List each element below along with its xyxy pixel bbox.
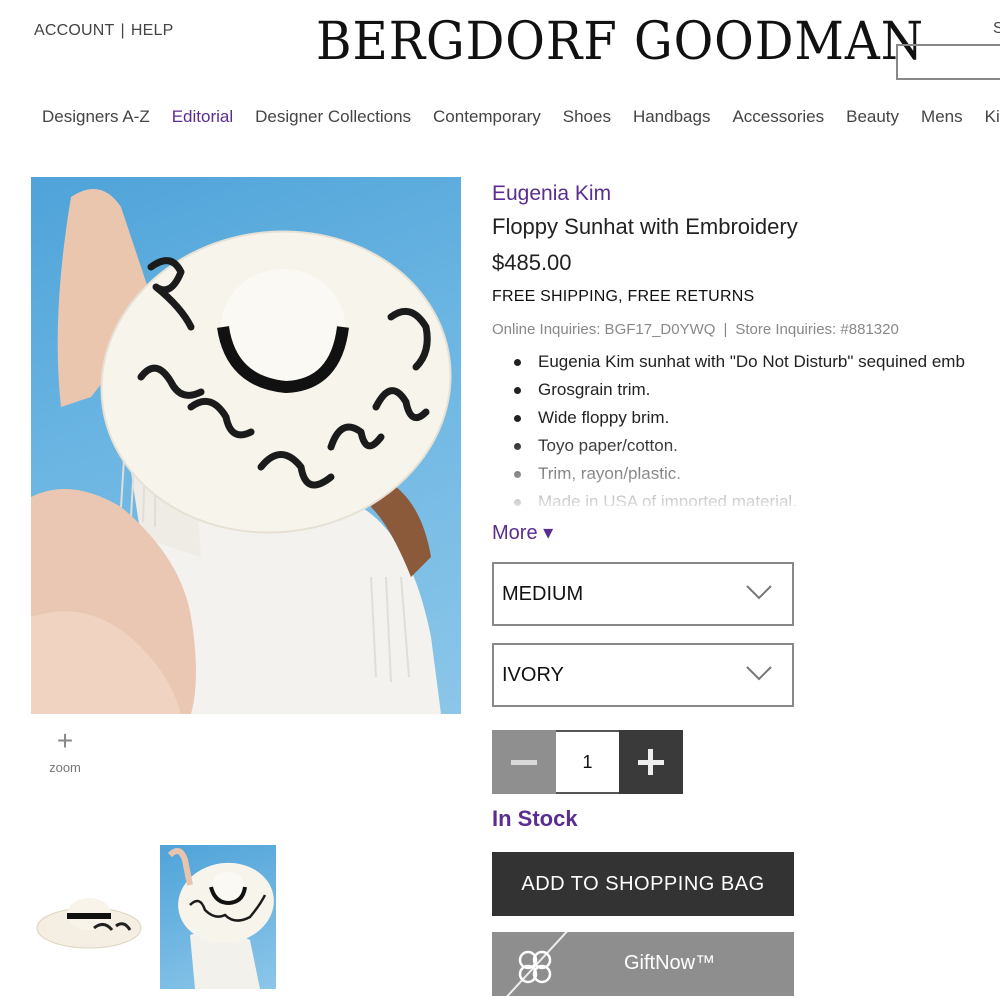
chevron-down-icon xyxy=(746,585,772,600)
more-details-link[interactable]: More ▾ xyxy=(492,520,553,545)
product-photo-illustration xyxy=(31,189,452,714)
list-item: Grosgrain trim. xyxy=(512,376,1000,404)
nav-item-accessories[interactable]: Accessories xyxy=(732,107,824,127)
search-input[interactable] xyxy=(896,44,1000,80)
utility-separator: | xyxy=(120,22,125,39)
plus-icon-vertical xyxy=(648,749,653,775)
chevron-down-icon xyxy=(746,666,772,681)
color-select-value: IVORY xyxy=(502,663,564,686)
nav-item-beauty[interactable]: Beauty xyxy=(846,107,899,127)
nav-item-handbags[interactable]: Handbags xyxy=(633,107,711,127)
giftnow-label: GiftNow™ xyxy=(624,952,716,974)
nav-item-editorial[interactable]: Editorial xyxy=(172,107,233,127)
gift-ribbon-icon xyxy=(506,932,568,996)
inquiry-codes: Online Inquiries: BGF17_D0YWQ | Store Inqu… xyxy=(492,321,1000,338)
list-item: Wide floppy brim. xyxy=(512,404,1000,432)
nav-item-kids[interactable]: Ki xyxy=(985,107,1000,127)
product-info: Eugenia Kim Floppy Sunhat with Embroider… xyxy=(492,182,1000,506)
list-item: Trim, rayon/plastic. xyxy=(512,460,1000,488)
list-item: Eugenia Kim sunhat with "Do Not Disturb"… xyxy=(512,348,1000,376)
thumbnail-model[interactable] xyxy=(160,845,276,989)
list-item: Made in USA of imported material. xyxy=(512,488,1000,506)
online-inquiries: Online Inquiries: BGF17_D0YWQ xyxy=(492,321,716,338)
nav-item-contemporary[interactable]: Contemporary xyxy=(433,107,541,127)
size-select-value: MEDIUM xyxy=(502,582,584,605)
quantity-stepper: 1 xyxy=(492,730,683,794)
nav-item-mens[interactable]: Mens xyxy=(921,107,963,127)
hat-thumbnail-illustration xyxy=(36,898,142,949)
model-thumbnail-illustration xyxy=(167,848,274,989)
zoom-control[interactable]: + zoom xyxy=(44,727,86,776)
size-select[interactable]: MEDIUM xyxy=(492,562,794,626)
product-name: Floppy Sunhat with Embroidery xyxy=(492,214,798,239)
site-logo[interactable]: BERGDORF GOODMAN xyxy=(316,12,924,72)
help-link[interactable]: HELP xyxy=(131,22,174,39)
nav-item-shoes[interactable]: Shoes xyxy=(563,107,611,127)
product-main-image[interactable] xyxy=(31,177,461,714)
quantity-input[interactable]: 1 xyxy=(556,730,619,794)
nav-item-designer-collections[interactable]: Designer Collections xyxy=(255,107,411,127)
thumbnail-hat-flat[interactable] xyxy=(34,880,144,960)
utility-links: ACCOUNT | HELP xyxy=(34,22,173,40)
quantity-decrease-button[interactable] xyxy=(492,730,556,794)
minus-icon xyxy=(511,759,537,765)
product-brand-link[interactable]: Eugenia Kim xyxy=(492,182,1000,206)
stock-status: In Stock xyxy=(492,806,578,831)
color-select[interactable]: IVORY xyxy=(492,643,794,707)
zoom-plus-icon[interactable]: + xyxy=(44,727,86,755)
inquiry-divider: | xyxy=(723,321,728,338)
store-inquiries: Store Inquiries: #881320 xyxy=(735,321,899,338)
add-to-bag-button[interactable]: ADD TO SHOPPING BAG xyxy=(492,852,794,916)
account-link[interactable]: ACCOUNT xyxy=(34,22,115,39)
shipping-message: FREE SHIPPING, FREE RETURNS xyxy=(492,288,755,305)
giftnow-button[interactable]: GiftNow™ xyxy=(492,932,794,996)
quantity-increase-button[interactable] xyxy=(619,730,683,794)
main-nav: Designers A-Z Editorial Designer Collect… xyxy=(42,107,1000,127)
nav-item-designers-a-z[interactable]: Designers A-Z xyxy=(42,107,150,127)
product-description-list: Eugenia Kim sunhat with "Do Not Disturb"… xyxy=(512,348,1000,506)
zoom-label: zoom xyxy=(49,760,81,775)
product-price: $485.00 xyxy=(492,250,572,275)
search-label-partial: S xyxy=(993,20,1000,37)
list-item: Toyo paper/cotton. xyxy=(512,432,1000,460)
